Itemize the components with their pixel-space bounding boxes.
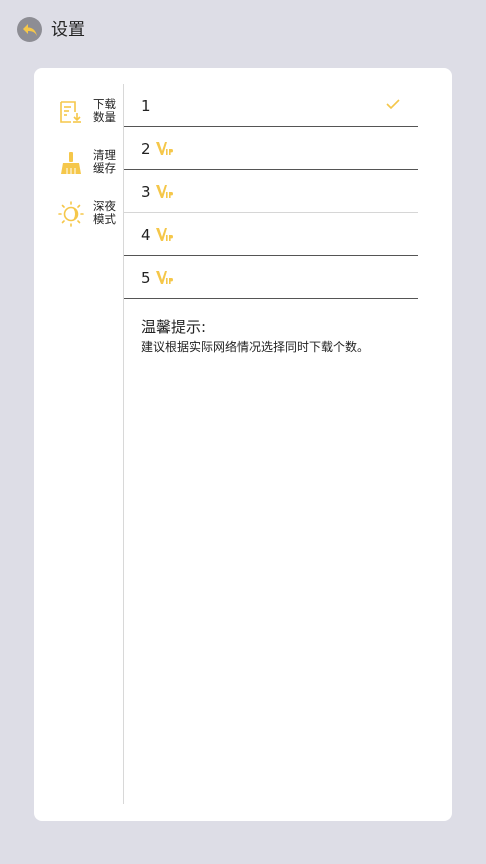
sidebar-item-download-count[interactable]: 下载数量 [34, 92, 123, 132]
sidebar-label-clear-cache: 清理缓存 [93, 148, 116, 175]
vip-badge-icon [156, 271, 173, 284]
download-option-3[interactable]: 3 [124, 170, 418, 213]
sidebar-item-night-mode[interactable]: 深夜模式 [34, 194, 123, 234]
header-bar: 设置 [0, 0, 486, 60]
page-title: 设置 [51, 20, 85, 40]
download-option-4[interactable]: 4 [124, 213, 418, 256]
download-document-icon [60, 101, 81, 123]
download-option-1[interactable]: 1 [124, 84, 418, 127]
check-icon [386, 99, 400, 110]
sidebar-label-download-count: 下载数量 [93, 97, 116, 124]
back-button[interactable] [17, 17, 42, 42]
download-option-2[interactable]: 2 [124, 127, 418, 170]
option-value: 5 [141, 269, 151, 287]
broom-icon [61, 152, 81, 174]
option-value: 1 [141, 97, 151, 115]
option-value: 2 [141, 140, 151, 158]
option-value: 4 [141, 226, 151, 244]
download-option-5[interactable]: 5 [124, 256, 418, 299]
sidebar-label-night-mode: 深夜模式 [93, 199, 116, 226]
vip-badge-icon [156, 142, 173, 155]
settings-card: 下载数量 清理缓存 深夜模式 1 2 3 4 5 温馨提示: 建议根据实际网络情… [34, 68, 452, 821]
sidebar-item-clear-cache[interactable]: 清理缓存 [34, 143, 123, 183]
vip-badge-icon [156, 228, 173, 241]
download-count-list: 1 2 3 4 5 [124, 84, 418, 299]
tips-body: 建议根据实际网络情况选择同时下载个数。 [141, 340, 370, 354]
night-mode-icon [58, 201, 84, 227]
tips-title: 温馨提示: [141, 318, 207, 336]
option-value: 3 [141, 183, 151, 201]
back-arrow-icon [22, 23, 37, 36]
settings-sidebar: 下载数量 清理缓存 深夜模式 [34, 68, 123, 821]
vip-badge-icon [156, 185, 173, 198]
